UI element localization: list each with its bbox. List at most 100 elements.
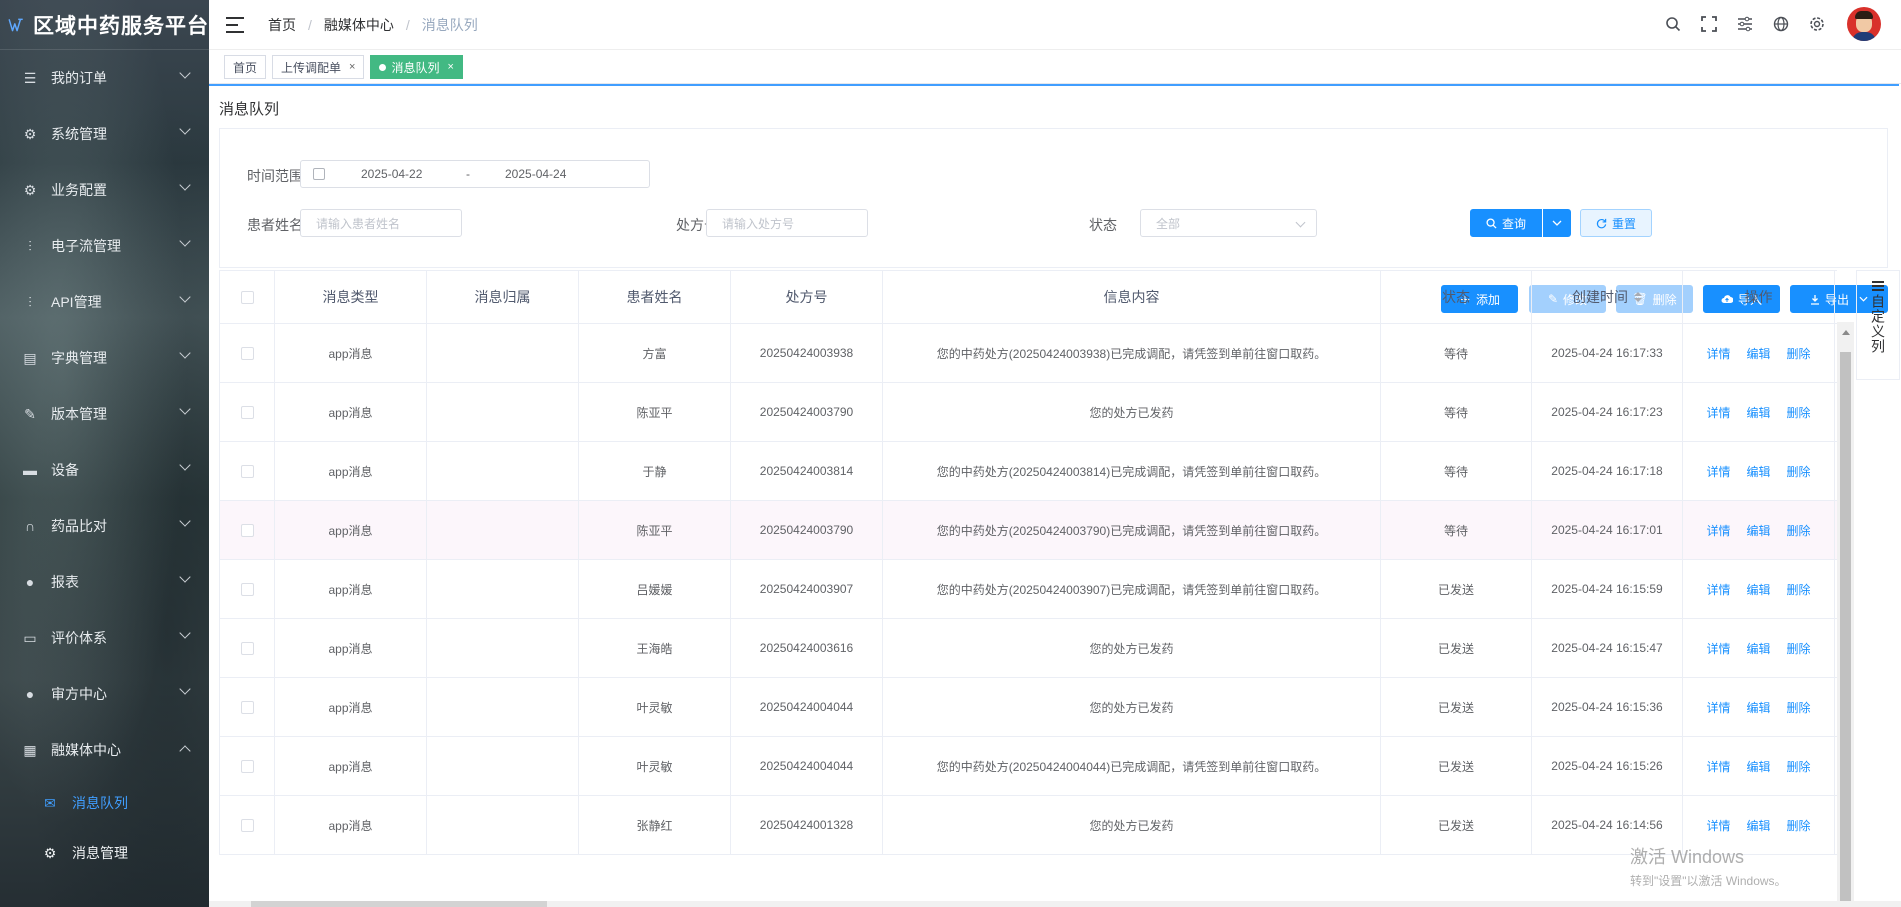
row-checkbox[interactable]	[240, 759, 254, 773]
table-scrollbar[interactable]	[1837, 322, 1854, 907]
sidebar-item-7[interactable]: ▬ 设备	[0, 442, 209, 498]
gear-icon[interactable]	[1808, 15, 1826, 33]
row-checkbox[interactable]	[240, 346, 254, 360]
sidebar-item-5[interactable]: ▤ 字典管理	[0, 330, 209, 386]
table-row[interactable]: app消息 陈亚平 20250424003790 您的处方已发药 等待 2025-04-2…	[220, 383, 1837, 442]
column-header[interactable]: 创建时间	[1532, 271, 1683, 323]
globe-icon[interactable]	[1772, 15, 1790, 33]
edit-link[interactable]: 编辑	[1746, 758, 1770, 775]
reset-button[interactable]: 重置	[1580, 209, 1652, 237]
delete-link[interactable]: 删除	[1787, 404, 1811, 421]
table-row[interactable]: app消息 张静红 20250424001328 您的处方已发药 已发送 2025-04-…	[220, 796, 1837, 855]
close-icon[interactable]: ×	[447, 61, 453, 73]
table-row[interactable]: app消息 叶灵敏 20250424004044 您的处方已发药 已发送 2025-04-…	[220, 678, 1837, 737]
custom-columns-button[interactable]: 自定义列	[1856, 270, 1900, 380]
select-all-checkbox[interactable]	[240, 290, 254, 304]
fullscreen-icon[interactable]	[1700, 15, 1718, 33]
sidebar-item-8[interactable]: ∩ 药品比对	[0, 498, 209, 554]
edit-link[interactable]: 编辑	[1746, 404, 1770, 421]
edit-link[interactable]: 编辑	[1746, 345, 1770, 362]
sidebar-subitem-1[interactable]: ⚙ 消息管理	[0, 828, 209, 878]
delete-link[interactable]: 删除	[1787, 699, 1811, 716]
table-row[interactable]: app消息 陈亚平 20250424003790 您的中药处方(20250424003…	[220, 501, 1837, 560]
message-owner-cell	[427, 678, 579, 736]
hscroll-thumb[interactable]	[251, 901, 547, 907]
table-row[interactable]: app消息 王海皓 20250424003616 您的处方已发药 已发送 2025-04-…	[220, 619, 1837, 678]
app-logo[interactable]: 区域中药服务平台	[0, 0, 209, 50]
horizontal-scrollbar[interactable]	[209, 901, 1901, 907]
query-button[interactable]: 查询	[1470, 209, 1542, 237]
tab-0[interactable]: 首页	[224, 55, 267, 79]
edit-link[interactable]: 编辑	[1746, 817, 1770, 834]
query-dropdown-button[interactable]	[1543, 209, 1571, 237]
edit-link[interactable]: 编辑	[1746, 463, 1770, 480]
row-checkbox[interactable]	[240, 582, 254, 596]
delete-link[interactable]: 删除	[1787, 817, 1811, 834]
delete-link[interactable]: 删除	[1787, 463, 1811, 480]
detail-link[interactable]: 详情	[1706, 817, 1730, 834]
row-checkbox[interactable]	[240, 405, 254, 419]
detail-link[interactable]: 详情	[1706, 404, 1730, 421]
row-checkbox[interactable]	[240, 700, 254, 714]
breadcrumb-media-center[interactable]: 融媒体中心	[324, 15, 394, 35]
sidebar-item-10[interactable]: ▭ 评价体系	[0, 610, 209, 666]
edit-link[interactable]: 编辑	[1746, 522, 1770, 539]
sort-icon[interactable]	[1634, 292, 1642, 302]
detail-link[interactable]: 详情	[1706, 522, 1730, 539]
delete-link[interactable]: 删除	[1787, 522, 1811, 539]
table-row[interactable]: app消息 吕媛媛 20250424003907 您的中药处方(20250424003…	[220, 560, 1837, 619]
sidebar-item-9[interactable]: ● 报表	[0, 554, 209, 610]
detail-link[interactable]: 详情	[1706, 699, 1730, 716]
sidebar-item-3[interactable]: ⫶ 电子流管理	[0, 218, 209, 274]
breadcrumb-current: 消息队列	[421, 16, 478, 33]
detail-link[interactable]: 详情	[1706, 758, 1730, 775]
search-icon[interactable]	[1664, 15, 1682, 33]
delete-link[interactable]: 删除	[1787, 640, 1811, 657]
sidebar-item-11[interactable]: ● 审方中心	[0, 666, 209, 722]
detail-link[interactable]: 详情	[1706, 345, 1730, 362]
delete-link[interactable]: 删除	[1787, 758, 1811, 775]
detail-link[interactable]: 详情	[1706, 581, 1730, 598]
patient-name-input[interactable]: 请输入患者姓名	[300, 209, 462, 237]
date-range-picker[interactable]: 2025-04-22 - 2025-04-24	[300, 160, 650, 188]
row-checkbox[interactable]	[240, 818, 254, 832]
close-icon[interactable]: ×	[349, 61, 355, 73]
message-type-cell: app消息	[275, 383, 427, 441]
status-cell: 已发送	[1381, 678, 1532, 736]
edit-link[interactable]: 编辑	[1746, 699, 1770, 716]
row-checkbox[interactable]	[240, 464, 254, 478]
rx-number-cell: 20250424003907	[731, 560, 883, 618]
watermark-title: 激活 Windows	[1630, 847, 1745, 867]
rx-number-input[interactable]: 请输入处方号	[706, 209, 868, 237]
scrollbar-thumb[interactable]	[1840, 352, 1851, 907]
tab-1[interactable]: 上传调配单 ×	[272, 55, 365, 79]
user-avatar[interactable]	[1847, 7, 1881, 41]
sidebar-item-6[interactable]: ✎ 版本管理	[0, 386, 209, 442]
sidebar-subitem-0[interactable]: ✉ 消息队列	[0, 778, 209, 828]
sidebar-item-0[interactable]: ☰ 我的订单	[0, 50, 209, 106]
table-row[interactable]: app消息 叶灵敏 20250424004044 您的中药处方(20250424004…	[220, 737, 1837, 796]
sidebar-item-1[interactable]: ⚙ 系统管理	[0, 106, 209, 162]
status-select[interactable]: 全部	[1140, 209, 1317, 237]
row-checkbox[interactable]	[240, 641, 254, 655]
edit-link[interactable]: 编辑	[1746, 640, 1770, 657]
chevron-down-icon	[179, 347, 191, 359]
scroll-up-icon[interactable]	[1842, 330, 1850, 335]
patient-name-cell: 陈亚平	[579, 383, 731, 441]
table-row[interactable]: app消息 方富 20250424003938 您的中药处方(202504240039…	[220, 324, 1837, 383]
sidebar-item-2[interactable]: ⚙ 业务配置	[0, 162, 209, 218]
sidebar-item-12[interactable]: ▦ 融媒体中心	[0, 722, 209, 778]
delete-link[interactable]: 删除	[1787, 581, 1811, 598]
detail-link[interactable]: 详情	[1706, 640, 1730, 657]
edit-link[interactable]: 编辑	[1746, 581, 1770, 598]
detail-link[interactable]: 详情	[1706, 463, 1730, 480]
tab-2[interactable]: 消息队列 ×	[370, 55, 463, 79]
table-row[interactable]: app消息 于静 20250424003814 您的中药处方(202504240038…	[220, 442, 1837, 501]
menu-toggle-icon[interactable]	[226, 16, 244, 33]
delete-link[interactable]: 删除	[1787, 345, 1811, 362]
breadcrumb-home[interactable]: 首页	[268, 15, 296, 35]
list-icon: ☰	[23, 69, 37, 86]
sidebar-item-4[interactable]: ⫶ API管理	[0, 274, 209, 330]
row-checkbox[interactable]	[240, 523, 254, 537]
settings-sliders-icon[interactable]	[1736, 15, 1754, 33]
